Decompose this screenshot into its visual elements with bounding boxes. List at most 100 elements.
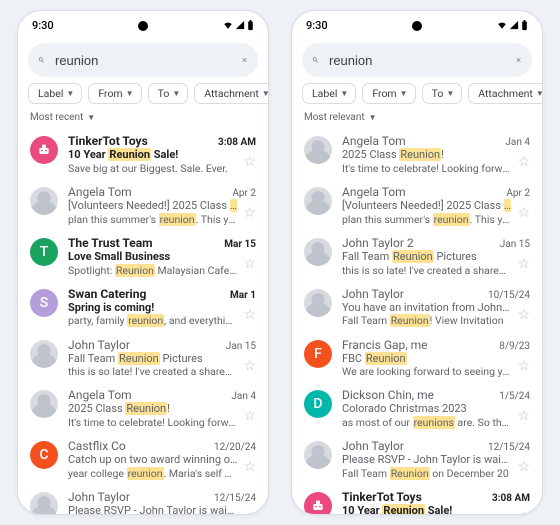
star-icon[interactable]: ☆ [517, 408, 530, 424]
email-row[interactable]: Angela TomApr 2[Volunteers Needed!] 2025… [292, 180, 542, 231]
phone-left: 9:30 Label▼ From▼ To▼ Attachment▼ Most r… [17, 10, 269, 515]
avatar[interactable]: T [30, 238, 58, 266]
chevron-down-icon: ▼ [66, 89, 74, 98]
subject: [Volunteers Needed!] 2025 Class Reunion [342, 199, 511, 213]
email-row[interactable]: John Taylor 2Jan 15Fall Team Reunion Pic… [292, 231, 542, 282]
email-row[interactable]: TinkerTot Toys3:08 AM10 Year Reunion Sal… [18, 129, 268, 180]
filter-chips: Label▼ From▼ To▼ Attachment▼ [18, 83, 268, 110]
email-row[interactable]: TThe Trust TeamMar 15Love Small Business… [18, 231, 268, 282]
star-icon[interactable]: ☆ [243, 510, 256, 514]
star-icon[interactable]: ☆ [517, 510, 530, 514]
avatar[interactable] [304, 187, 332, 215]
sender: Francis Gap, me [342, 338, 428, 352]
star-icon[interactable]: ☆ [243, 307, 256, 323]
star-icon[interactable]: ☆ [517, 256, 530, 272]
avatar[interactable] [304, 238, 332, 266]
sender: Angela Tom [68, 185, 132, 199]
subject: Spring is coming! [68, 301, 237, 315]
email-row[interactable]: Angela TomJan 42025 Class Reunion!It's t… [18, 383, 268, 434]
date: 1/5/24 [499, 391, 530, 402]
email-row[interactable]: John Taylor12/15/24Please RSVP - John Ta… [292, 434, 542, 485]
email-row[interactable]: TinkerTot Toys3:08 AM10 Year Reunion Sal… [292, 485, 542, 514]
chevron-down-icon: ▼ [340, 89, 348, 98]
subject: Catch up on two award winning originals [68, 453, 237, 467]
chip-label[interactable]: Label▼ [302, 83, 356, 104]
email-row[interactable]: John TaylorJan 15Fall Team Reunion Pictu… [18, 333, 268, 384]
chip-attachment[interactable]: Attachment▼ [468, 83, 543, 104]
status-icons [223, 20, 254, 31]
clear-icon[interactable] [515, 52, 522, 68]
star-icon[interactable]: ☆ [517, 154, 530, 170]
snippet: this is so late! I've created a shared a… [342, 264, 511, 277]
avatar[interactable] [304, 136, 332, 164]
sender: John Taylor [68, 490, 130, 504]
search-bar[interactable] [302, 43, 532, 77]
email-row[interactable]: John Taylor10/15/24You have an invitatio… [292, 282, 542, 333]
avatar[interactable]: C [30, 441, 58, 469]
chip-to[interactable]: To▼ [422, 83, 463, 104]
star-icon[interactable]: ☆ [243, 205, 256, 221]
email-row[interactable]: Angela TomJan 42025 Class Reunion!It's t… [292, 129, 542, 180]
avatar[interactable] [30, 136, 58, 164]
subject: 10 Year Reunion Sale! [342, 504, 511, 514]
search-input[interactable] [53, 52, 233, 69]
chevron-down-icon: ▼ [172, 89, 180, 98]
avatar[interactable] [304, 492, 332, 514]
avatar[interactable]: S [30, 289, 58, 317]
wifi-icon [497, 20, 507, 30]
sender: TinkerTot Toys [68, 134, 148, 148]
date: 10/15/24 [488, 290, 530, 301]
chip-from[interactable]: From▼ [88, 83, 141, 104]
snippet: Fall Team Reunion on December 20 [342, 467, 511, 480]
subject: Please RSVP - John Taylor is waiting for… [68, 504, 237, 514]
avatar[interactable] [304, 289, 332, 317]
search-input[interactable] [327, 52, 507, 69]
snippet: plan this summer's reunion. This year we… [342, 213, 511, 226]
chip-label[interactable]: Label▼ [28, 83, 82, 104]
sort-dropdown[interactable]: Most relevant ▼ [292, 110, 542, 129]
star-icon[interactable]: ☆ [243, 358, 256, 374]
email-row[interactable]: Angela TomApr 2[Volunteers Needed!] 2025… [18, 180, 268, 231]
subject: [Volunteers Needed!] 2025 Class Reunion [68, 199, 237, 213]
email-row[interactable]: John Taylor12/15/24Please RSVP - John Ta… [18, 485, 268, 514]
search-bar[interactable] [28, 43, 258, 77]
star-icon[interactable]: ☆ [517, 358, 530, 374]
chip-from[interactable]: From▼ [362, 83, 415, 104]
star-icon[interactable]: ☆ [243, 154, 256, 170]
email-row[interactable]: SSwan CateringMar 1Spring is coming!part… [18, 282, 268, 333]
star-icon[interactable]: ☆ [243, 408, 256, 424]
avatar[interactable]: D [304, 390, 332, 418]
email-row[interactable]: DDickson Chin, me1/5/24Colorado Christma… [292, 383, 542, 434]
avatar[interactable] [30, 492, 58, 514]
star-icon[interactable]: ☆ [517, 307, 530, 323]
date: Jan 15 [226, 341, 256, 352]
camera-cutout [138, 21, 148, 31]
sender: Angela Tom [342, 185, 406, 199]
star-icon[interactable]: ☆ [243, 459, 256, 475]
chip-attachment[interactable]: Attachment▼ [194, 83, 269, 104]
date: 8/9/23 [499, 341, 530, 352]
email-row[interactable]: CCastflix Co12/20/24Catch up on two awar… [18, 434, 268, 485]
search-icon [312, 52, 319, 68]
snippet: Fall Team Reunion! View Invitation [342, 314, 511, 327]
star-icon[interactable]: ☆ [517, 459, 530, 475]
avatar[interactable]: F [304, 340, 332, 368]
star-icon[interactable]: ☆ [243, 256, 256, 272]
email-list[interactable]: TinkerTot Toys3:08 AM10 Year Reunion Sal… [18, 129, 268, 514]
date: 3:08 AM [492, 493, 530, 504]
subject: Fall Team Reunion Pictures [68, 352, 237, 366]
chip-to[interactable]: To▼ [148, 83, 189, 104]
email-row[interactable]: FFrancis Gap, me8/9/23FBC ReunionWe are … [292, 333, 542, 384]
email-list[interactable]: Angela TomJan 42025 Class Reunion!It's t… [292, 129, 542, 514]
avatar[interactable] [30, 340, 58, 368]
sender: Castflix Co [68, 439, 126, 453]
avatar[interactable] [30, 187, 58, 215]
chevron-down-icon: ▼ [262, 89, 269, 98]
sort-dropdown[interactable]: Most recent ▼ [18, 110, 268, 129]
avatar[interactable] [304, 441, 332, 469]
star-icon[interactable]: ☆ [517, 205, 530, 221]
avatar[interactable] [30, 390, 58, 418]
snippet: It's time to celebrate! Looking forward … [68, 416, 237, 429]
snippet: Spotlight: Reunion Malaysian Cafe + Kitc… [68, 264, 237, 277]
clear-icon[interactable] [241, 52, 248, 68]
